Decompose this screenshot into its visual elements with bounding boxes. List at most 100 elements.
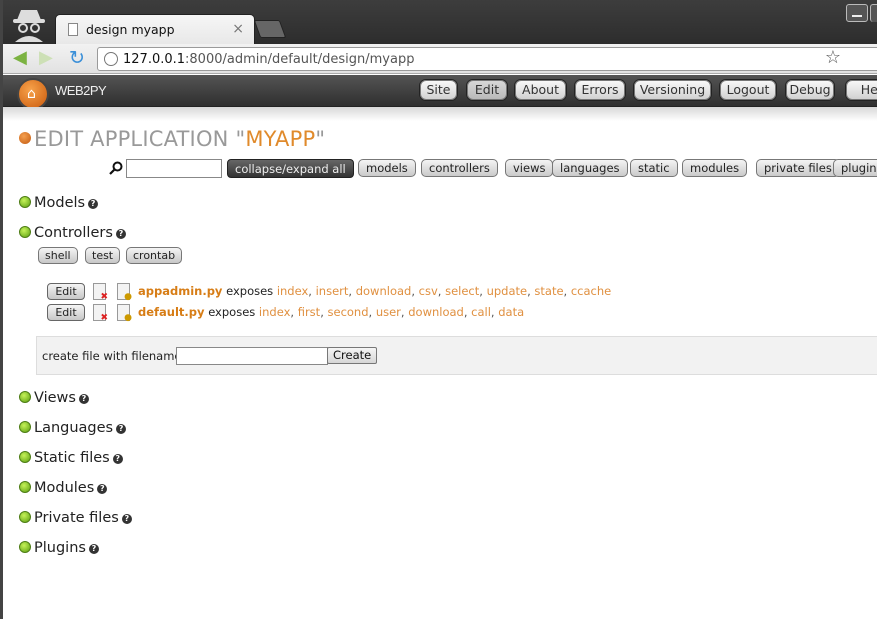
page-title: EDIT APPLICATION "MYAPP" <box>19 127 325 151</box>
nav-errors-button[interactable]: Errors <box>574 79 626 101</box>
back-arrow-icon[interactable]: ◀ <box>13 49 27 67</box>
test-button[interactable]: test <box>85 247 121 264</box>
nav-help-button[interactable]: Help <box>845 79 877 101</box>
bookmark-star-icon[interactable]: ☆ <box>825 47 841 68</box>
help-icon[interactable]: ? <box>88 544 99 554</box>
section-static-files[interactable]: Static files? <box>19 450 123 466</box>
globe-icon <box>104 52 118 66</box>
app-name: MYAPP <box>245 127 316 151</box>
window-edge <box>870 4 877 22</box>
help-icon[interactable]: ? <box>78 394 89 404</box>
exposed-function-link[interactable]: index <box>259 305 290 319</box>
section-bullet-icon <box>19 226 31 238</box>
section-bullet-icon <box>19 391 31 403</box>
page-icon <box>68 23 78 36</box>
exposed-function-link[interactable]: state <box>534 284 563 298</box>
section-bullet-icon <box>19 481 31 493</box>
exposed-function-link[interactable]: second <box>328 305 369 319</box>
exposed-function-link[interactable]: first <box>298 305 320 319</box>
minimize-button[interactable] <box>846 4 868 22</box>
jump-plugins-button[interactable]: plugins <box>833 159 877 177</box>
section-bullet-icon <box>19 451 31 463</box>
nav-versioning-button[interactable]: Versioning <box>633 79 712 101</box>
jump-controllers-button[interactable]: controllers <box>421 159 498 177</box>
close-tab-icon[interactable]: × <box>232 21 244 37</box>
create-file-label: create file with filename: <box>42 349 186 363</box>
browser-toolbar: ◀ ▶ ↻ 127.0.0.1:8000/admin/default/desig… <box>3 44 877 74</box>
section-controllers[interactable]: Controllers? <box>19 225 126 241</box>
nav-debug-button[interactable]: Debug <box>785 79 835 101</box>
help-icon[interactable]: ? <box>115 229 126 239</box>
edit-button[interactable]: Edit <box>47 283 85 300</box>
search-icon <box>109 161 123 175</box>
address-bar[interactable]: 127.0.0.1:8000/admin/default/design/myap… <box>97 47 877 71</box>
create-button[interactable]: Create <box>327 347 378 364</box>
help-icon[interactable]: ? <box>97 484 108 494</box>
home-icon: ⌂ <box>27 86 36 102</box>
exposed-function-link[interactable]: ccache <box>571 284 611 298</box>
test-file-icon[interactable]: ● <box>117 283 132 302</box>
test-file-icon[interactable]: ● <box>117 304 132 323</box>
nav-site-button[interactable]: Site <box>419 79 458 101</box>
section-bullet-icon <box>19 511 31 523</box>
delete-file-icon[interactable]: ✖ <box>93 283 108 302</box>
nav-logout-button[interactable]: Logout <box>719 79 777 101</box>
jump-models-button[interactable]: models <box>358 159 416 177</box>
filename-input[interactable] <box>176 347 328 365</box>
create-file-form: create file with filename: Create <box>36 336 877 375</box>
home-button[interactable]: ⌂ <box>17 78 49 110</box>
controller-filename[interactable]: default.py <box>138 305 205 319</box>
exposed-function-link[interactable]: csv <box>419 284 438 298</box>
title-bullet-icon <box>19 132 31 144</box>
reload-icon[interactable]: ↻ <box>69 49 85 68</box>
exposed-function-link[interactable]: select <box>445 284 479 298</box>
new-tab-button[interactable] <box>253 20 287 38</box>
section-modules[interactable]: Modules? <box>19 480 108 496</box>
nav-edit-button[interactable]: Edit <box>466 79 508 101</box>
forward-arrow-icon[interactable]: ▶ <box>39 49 53 67</box>
section-views[interactable]: Views? <box>19 390 89 406</box>
jump-views-button[interactable]: views <box>505 159 554 177</box>
exposed-function-link[interactable]: insert <box>316 284 349 298</box>
jump-private-files-button[interactable]: private files <box>756 159 840 177</box>
jump-static-button[interactable]: static <box>630 159 678 177</box>
incognito-icon <box>13 10 45 42</box>
exposed-function-link[interactable]: download <box>356 284 412 298</box>
section-private-files[interactable]: Private files? <box>19 510 132 526</box>
help-icon[interactable]: ? <box>88 199 99 209</box>
section-bullet-icon <box>19 196 31 208</box>
controller-info: default.py exposes index, first, second,… <box>138 305 525 319</box>
exposed-function-link[interactable]: user <box>376 305 401 319</box>
url-text[interactable]: 127.0.0.1:8000/admin/default/design/myap… <box>123 52 414 67</box>
section-models[interactable]: Models? <box>19 195 99 211</box>
jump-modules-button[interactable]: modules <box>682 159 748 177</box>
shell-button[interactable]: shell <box>38 247 78 264</box>
controller-info: appadmin.py exposes index, insert, downl… <box>138 284 612 298</box>
exposed-function-link[interactable]: index <box>277 284 308 298</box>
title-prefix: EDIT APPLICATION " <box>34 127 246 151</box>
web2py-logo: WEB2PY <box>55 83 107 98</box>
exposed-function-link[interactable]: data <box>498 305 524 319</box>
browser-tab[interactable]: design myapp × <box>55 14 255 44</box>
exposed-function-link[interactable]: download <box>408 305 464 319</box>
nav-about-button[interactable]: About <box>514 79 567 101</box>
exposed-function-link[interactable]: call <box>471 305 491 319</box>
section-bullet-icon <box>19 541 31 553</box>
crontab-button[interactable]: crontab <box>126 247 183 264</box>
tab-title: design myapp <box>86 22 175 37</box>
jump-languages-button[interactable]: languages <box>552 159 628 177</box>
section-languages[interactable]: Languages? <box>19 420 127 436</box>
browser-window: design myapp × ◀ ▶ ↻ 127.0.0.1:8000/admi… <box>0 0 877 619</box>
help-icon[interactable]: ? <box>112 454 123 464</box>
exposed-function-link[interactable]: update <box>487 284 528 298</box>
title-suffix: " <box>315 127 326 151</box>
collapse-expand-all-button[interactable]: collapse/expand all <box>227 159 354 178</box>
filter-input[interactable] <box>126 159 222 178</box>
help-icon[interactable]: ? <box>121 514 132 524</box>
delete-file-icon[interactable]: ✖ <box>93 304 108 323</box>
help-icon[interactable]: ? <box>116 424 127 434</box>
web2py-navbar: ⌂ WEB2PY Site Edit About Errors Versioning Lo… <box>3 75 877 110</box>
edit-button[interactable]: Edit <box>47 304 85 321</box>
section-plugins[interactable]: Plugins? <box>19 540 99 556</box>
controller-filename[interactable]: appadmin.py <box>138 284 222 298</box>
